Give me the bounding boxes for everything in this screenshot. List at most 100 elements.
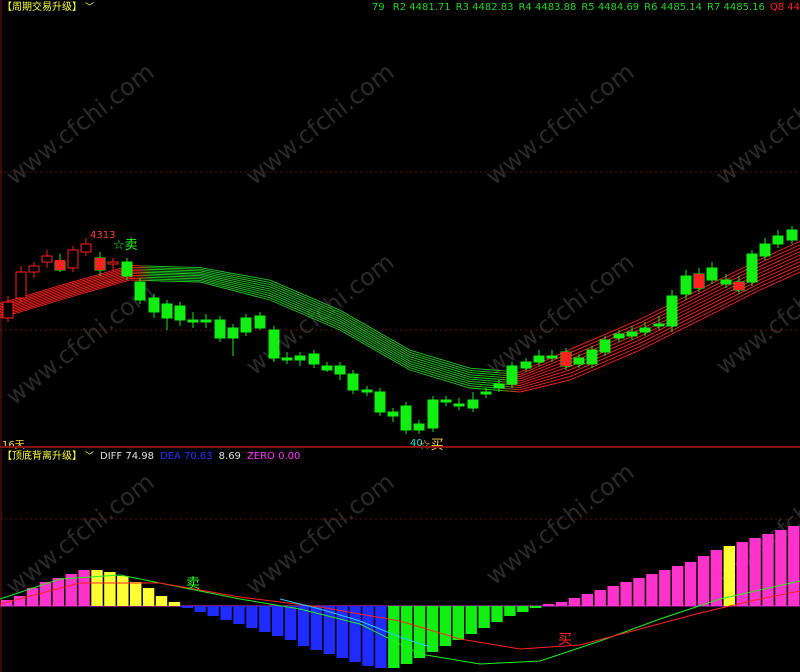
histogram-bar (220, 606, 232, 620)
histogram-bar (388, 606, 400, 668)
indicator-macd: 8.69 (218, 451, 241, 462)
candle-body (467, 399, 479, 409)
histogram-bar (207, 606, 219, 616)
level-r4: R4 4483.88 (518, 2, 577, 13)
candle-body (493, 383, 505, 389)
candle-body (746, 253, 758, 283)
level-r6: R6 4485.14 (644, 2, 703, 13)
candle-body (772, 235, 784, 245)
levels-readout: 79 R2 4481.71 R3 4482.83 R4 4483.88 R5 4484… (372, 1, 800, 15)
main-chart-pane[interactable]: 【周期交易升级】 ﹀ 79 R2 4481.71 R3 4482.83 R4 4483… (0, 0, 800, 453)
histogram-bar (555, 602, 568, 606)
histogram-bar (607, 586, 619, 606)
candle-body (2, 301, 14, 319)
histogram-bar (465, 606, 477, 634)
candle-body (400, 405, 412, 431)
candle-body (453, 403, 465, 407)
level-r2: R2 4481.71 (392, 2, 451, 13)
ma-ribbon-line (0, 268, 800, 391)
candle-body (694, 274, 704, 288)
candle-body (387, 411, 399, 417)
level-r5: R5 4484.69 (581, 2, 640, 13)
histogram-bar (78, 570, 90, 606)
histogram-bar (439, 606, 452, 646)
candle-body (281, 357, 293, 361)
candle-body (680, 275, 692, 295)
histogram-bar (349, 606, 361, 662)
candle-body (240, 317, 252, 333)
histogram-bar (517, 606, 529, 612)
candle-body (440, 399, 452, 403)
candle-body (187, 319, 199, 323)
candle-body (533, 355, 545, 363)
indicator-diff: DIFF 74.98 (100, 451, 154, 462)
candle-body (121, 261, 133, 277)
ma-ribbon-line (0, 271, 800, 393)
histogram-bar (91, 570, 103, 606)
histogram-bar (401, 606, 413, 664)
histogram-bar (297, 606, 310, 646)
histogram-bar (284, 606, 297, 640)
candle-body (427, 399, 439, 429)
candle-body (374, 391, 386, 413)
levels-prefix: 79 (371, 2, 385, 13)
candle-body (214, 319, 226, 339)
chevron-down-icon[interactable]: ﹀ (85, 1, 94, 15)
histogram-bar (142, 588, 155, 606)
candlestick-chart[interactable] (0, 0, 800, 446)
sub-chart-pane[interactable]: 【顶底背离升级】 ﹀ DIFF 74.98 DEA 70.63 8.69 ZERO 0.0… (0, 449, 800, 672)
histogram-bar (697, 556, 710, 606)
candle-body (227, 327, 239, 339)
histogram-bar (659, 570, 671, 606)
histogram-bar (259, 606, 271, 632)
histogram-bar (530, 606, 542, 608)
histogram-bar (788, 526, 800, 606)
histogram-bar (633, 578, 645, 606)
candle-body (174, 305, 186, 321)
histogram-bar (620, 582, 632, 606)
candle-body (734, 282, 744, 290)
indicator-values: DIFF 74.98 DEA 70.63 8.69 ZERO 0.00 (94, 451, 300, 462)
candle-body (41, 255, 53, 263)
candle-body (161, 303, 173, 319)
histogram-bar (233, 606, 245, 624)
candle-body (639, 327, 651, 333)
indicator-dea: DEA 70.63 (159, 451, 213, 462)
histogram-bar (749, 538, 761, 606)
histogram-bar (762, 534, 774, 606)
ma-ribbon-line (0, 240, 800, 373)
candle-body (134, 281, 146, 301)
candle-body (653, 323, 665, 327)
macd-sell-label: 卖 (186, 576, 200, 592)
sub-title-bar: 【顶底背离升级】 ﹀ DIFF 74.98 DEA 70.63 8.69 ZERO 0.0… (2, 450, 300, 464)
histogram-bar (491, 606, 503, 622)
candle-body (308, 353, 320, 365)
histogram-bar (594, 590, 606, 606)
candle-body (80, 243, 92, 253)
candle-body (546, 355, 558, 359)
level-r3: R3 4482.83 (455, 2, 514, 13)
histogram-bar (646, 574, 658, 606)
histogram-bar (336, 606, 348, 658)
candle-body (321, 365, 333, 371)
sell-signal-label: ☆卖 (113, 238, 138, 253)
candle-body (347, 373, 359, 391)
candle-body (626, 331, 638, 337)
histogram-bar (413, 606, 426, 658)
pane-divider[interactable] (0, 446, 800, 448)
main-title-bar: 【周期交易升级】 ﹀ (2, 1, 94, 15)
sub-indicator-title: 【顶底背离升级】 (2, 451, 82, 462)
histogram-bar (672, 566, 684, 606)
chevron-down-icon[interactable]: ﹀ (85, 450, 94, 464)
candle-body (268, 329, 280, 359)
main-indicator-title: 【周期交易升级】 (2, 2, 82, 13)
macd-histogram-chart[interactable] (0, 449, 800, 672)
candle-body (480, 391, 492, 395)
candle-body (361, 389, 373, 393)
histogram-bar (478, 606, 490, 628)
histogram-bar (52, 578, 64, 606)
candle-body (200, 319, 212, 323)
candle-body (599, 339, 611, 353)
candle-body (573, 357, 585, 365)
candle-body (334, 365, 346, 375)
